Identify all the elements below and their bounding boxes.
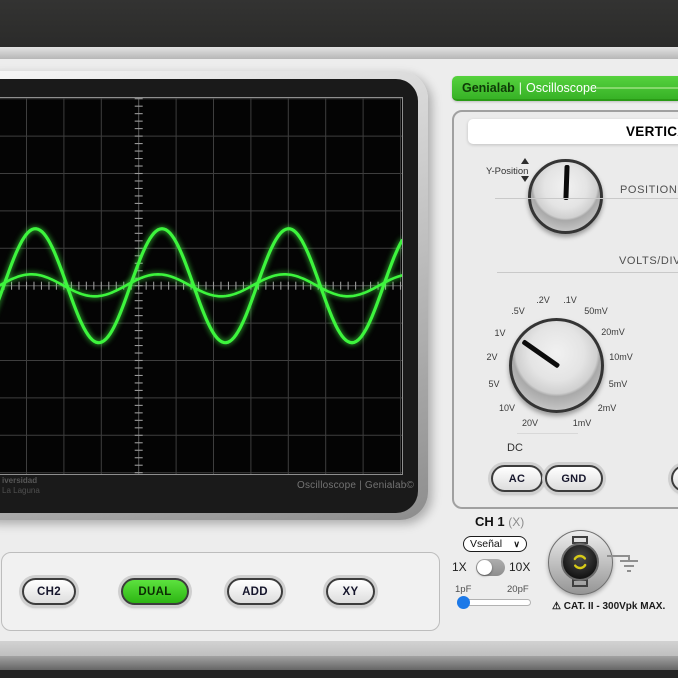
cap-max-label: 20pF bbox=[507, 584, 529, 595]
volts-div-divider bbox=[497, 272, 678, 273]
watermark-line1: iversidad bbox=[2, 476, 37, 485]
dial-label-5V[interactable]: 5V bbox=[488, 379, 499, 389]
dial-label-50mV[interactable]: 50mV bbox=[584, 306, 608, 316]
bottom-dark-strip bbox=[0, 670, 678, 678]
bottom-metal-strip bbox=[0, 641, 678, 656]
coupling-button-ac[interactable]: AC bbox=[491, 465, 543, 492]
scope-trace-canvas bbox=[0, 98, 402, 474]
top-dark-bar bbox=[0, 0, 678, 47]
mode-button-panel: CH2 DUAL ADD XY bbox=[1, 552, 440, 631]
app-separator: | bbox=[519, 81, 522, 95]
coupling-divider bbox=[517, 433, 578, 434]
dial-label-1V[interactable]: 1V bbox=[494, 328, 505, 338]
dial-label-p2V[interactable]: .2V bbox=[536, 295, 550, 305]
mode-button-xy[interactable]: XY bbox=[326, 578, 375, 605]
cap-min-label: 1pF bbox=[455, 584, 471, 595]
dial-label-20V[interactable]: 20V bbox=[522, 418, 538, 428]
university-watermark: iversidad La Laguna bbox=[2, 476, 40, 496]
volts-div-label: VOLTS/DIV bbox=[619, 255, 678, 267]
y-position-up-arrow-icon[interactable] bbox=[521, 158, 529, 164]
probe-toggle-knob[interactable] bbox=[477, 560, 492, 575]
coupling-button-gnd[interactable]: GND bbox=[545, 465, 603, 492]
dial-label-2V[interactable]: 2V bbox=[486, 352, 497, 362]
screen-brand-caption: Oscilloscope | Genialab© bbox=[297, 480, 414, 491]
dial-label-5mV[interactable]: 5mV bbox=[609, 379, 628, 389]
mode-button-dual[interactable]: DUAL bbox=[121, 578, 189, 605]
dial-label-p1V[interactable]: .1V bbox=[563, 295, 577, 305]
position-label: POSITION bbox=[620, 184, 677, 196]
cap-slider-knob[interactable] bbox=[457, 596, 470, 609]
chevron-down-icon: ∨ bbox=[513, 539, 520, 550]
probe-10x-label: 10X bbox=[509, 560, 530, 574]
channel-name: CH 1 bbox=[475, 514, 505, 529]
cat-warning: ⚠ CAT. II - 300Vpk MAX. bbox=[552, 601, 665, 612]
y-position-knob[interactable] bbox=[528, 159, 603, 234]
volts-div-knob[interactable] bbox=[509, 318, 604, 413]
signal-select-value: Vseñal bbox=[470, 538, 502, 550]
vertical-panel-title: VERTICAL bbox=[626, 124, 678, 139]
signal-select[interactable]: Vseñal ∨ bbox=[463, 536, 527, 552]
app-title: Oscilloscope bbox=[526, 81, 597, 95]
watermark-line2: La Laguna bbox=[2, 486, 40, 495]
bottom-shadow-strip bbox=[0, 656, 678, 670]
dial-label-10V[interactable]: 10V bbox=[499, 403, 515, 413]
position-divider bbox=[495, 198, 678, 199]
volts-div-knob-pointer bbox=[521, 340, 560, 369]
mode-button-add[interactable]: ADD bbox=[227, 578, 283, 605]
vertical-panel-titlebar: VERTICAL bbox=[468, 119, 678, 144]
y-position-knob-rotor bbox=[530, 161, 601, 232]
dial-label-p5V[interactable]: .5V bbox=[511, 306, 525, 316]
mode-button-ch2[interactable]: CH2 bbox=[22, 578, 76, 605]
channel-title: CH 1 (X) bbox=[475, 514, 524, 529]
top-metal-strip bbox=[0, 47, 678, 59]
dial-label-2mV[interactable]: 2mV bbox=[598, 403, 617, 413]
channel-axis: (X) bbox=[508, 515, 524, 529]
y-position-down-arrow-icon[interactable] bbox=[521, 176, 529, 182]
dial-label-1mV[interactable]: 1mV bbox=[573, 418, 592, 428]
scope-screen bbox=[0, 97, 403, 475]
dial-label-20mV[interactable]: 20mV bbox=[601, 327, 625, 337]
ground-icon bbox=[607, 549, 645, 575]
probe-1x-label: 1X bbox=[452, 560, 467, 574]
bnc-rotate-icon bbox=[571, 553, 589, 571]
header-rule bbox=[596, 87, 678, 89]
dial-label-10mV[interactable]: 10mV bbox=[609, 352, 633, 362]
y-position-knob-pointer bbox=[563, 165, 569, 200]
coupling-state-label: DC bbox=[507, 442, 523, 454]
app-brand: Genialab bbox=[462, 81, 515, 95]
